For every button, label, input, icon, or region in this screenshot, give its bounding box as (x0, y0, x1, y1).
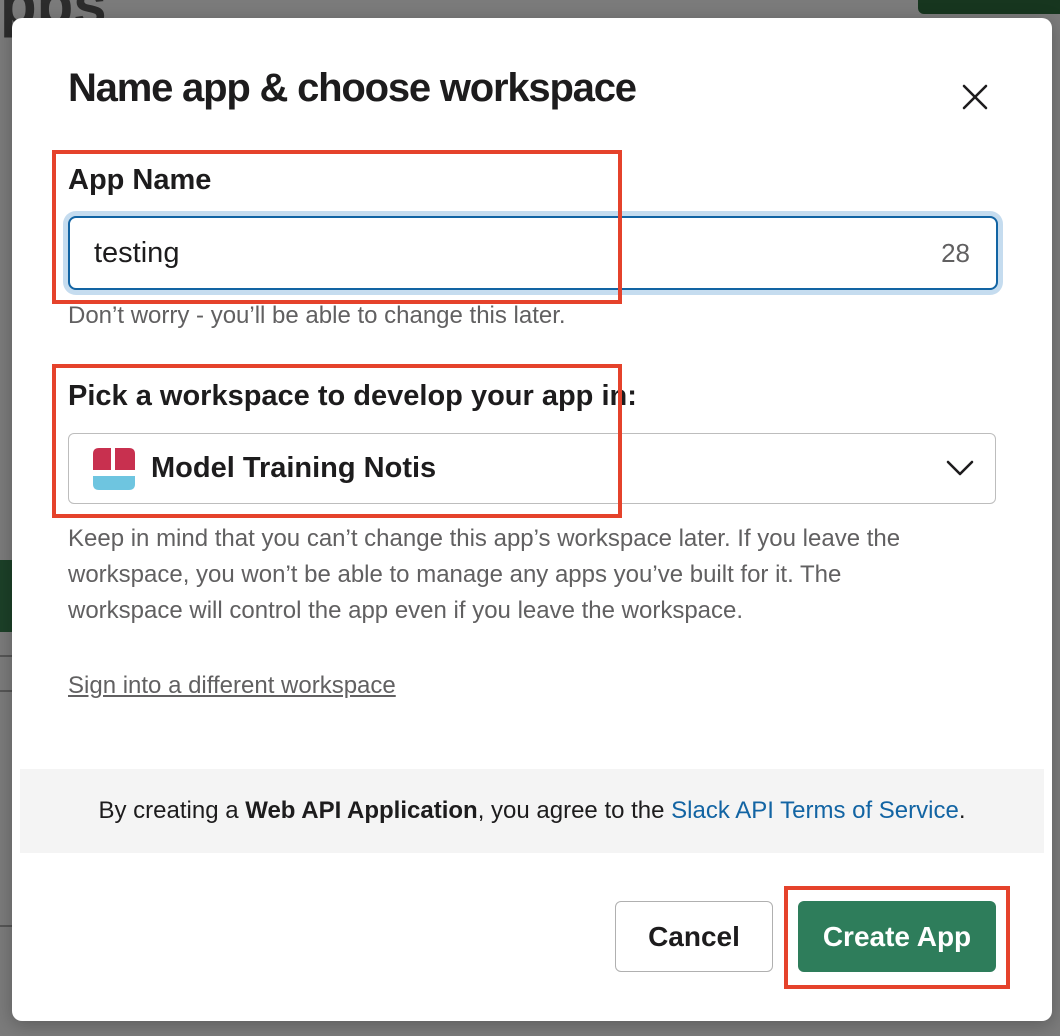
app-name-hint: Don’t worry - you’ll be able to change t… (68, 302, 566, 329)
workspace-logo-icon (93, 448, 135, 490)
background-green-strip (0, 560, 12, 632)
terms-bar: By creating a Web API Application , you … (20, 769, 1044, 853)
modal-title: Name app & choose workspace (68, 66, 637, 110)
workspace-label: Pick a workspace to develop your app in: (68, 380, 637, 412)
create-app-button[interactable]: Create App (798, 901, 996, 972)
app-name-input-wrapper: 28 (68, 216, 998, 290)
terms-app-type: Web API Application (245, 797, 478, 824)
terms-of-service-link[interactable]: Slack API Terms of Service (671, 797, 959, 825)
background-button (918, 0, 1060, 14)
close-button[interactable] (952, 74, 998, 120)
app-name-label: App Name (68, 164, 212, 196)
char-count: 28 (941, 238, 970, 268)
workspace-hint-line: workspace, you won’t be able to manage a… (68, 561, 842, 588)
workspace-select[interactable]: Model Training Notis (68, 433, 996, 504)
workspace-hint-line: workspace will control the app even if y… (68, 597, 744, 624)
sign-in-different-workspace-link[interactable]: Sign into a different workspace (68, 672, 396, 700)
close-icon (962, 84, 988, 110)
create-app-modal: Name app & choose workspace App Name 28 … (12, 18, 1052, 1021)
app-name-input[interactable] (94, 218, 894, 288)
workspace-selected: Model Training Notis (151, 452, 437, 484)
workspace-hint-line: Keep in mind that you can’t change this … (68, 525, 901, 552)
cancel-button[interactable]: Cancel (615, 901, 773, 972)
terms-prefix: By creating a (98, 797, 246, 824)
chevron-down-icon (946, 460, 974, 476)
terms-suffix: . (958, 797, 966, 824)
terms-middle: , you agree to the (477, 797, 672, 824)
